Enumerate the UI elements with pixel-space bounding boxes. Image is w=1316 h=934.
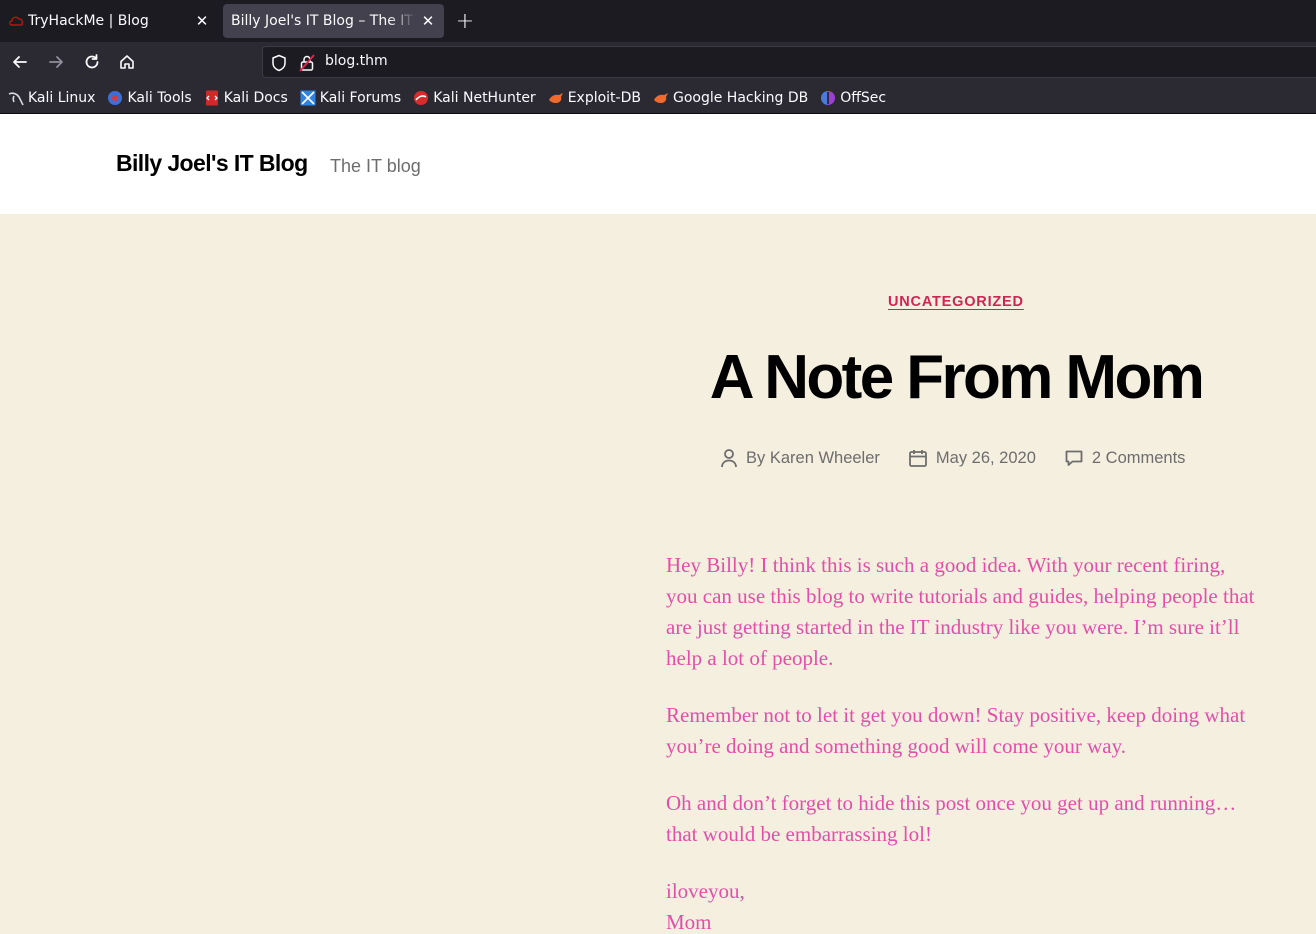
bookmark-kali-docs[interactable]: Kali Docs [204,90,288,106]
post-date: May 26, 2020 [908,448,1036,468]
bookmark-offsec[interactable]: OffSec [820,90,886,106]
author-link[interactable]: By Karen Wheeler [746,449,880,468]
post-signoff: iloveyou, Mom [666,876,1256,934]
post-body: Hey Billy! I think this is such a good i… [666,550,1256,934]
navigation-toolbar: blog.thm [0,42,1316,82]
comment-icon [1065,450,1083,466]
calendar-icon [909,450,927,467]
bookmark-label: Kali Linux [28,89,96,106]
person-icon [721,449,737,468]
bookmark-kali-forums[interactable]: Kali Forums [300,90,401,106]
bookmark-label: Kali NetHunter [433,89,536,106]
google-hacking-db-icon [653,90,669,106]
kali-nethunter-icon [413,90,429,106]
insecure-lock-icon[interactable] [299,54,315,76]
reload-icon[interactable] [80,50,104,74]
post-comments: 2 Comments [1064,448,1186,468]
tab-strip: TryHackMe | Blog ✕ Billy Joel's IT Blog … [0,0,1316,42]
kali-linux-icon [8,90,24,106]
comments-link[interactable]: 2 Comments [1092,449,1186,468]
bookmark-kali-tools[interactable]: Kali Tools [107,89,192,106]
signoff-line: Mom [666,910,712,934]
date-link[interactable]: May 26, 2020 [936,449,1036,468]
signoff-line: iloveyou, [666,879,745,903]
bookmark-label: Kali Docs [223,89,288,106]
post-title: A Note From Mom [709,343,1205,412]
post-paragraph: Oh and don’t forget to hide this post on… [666,791,1237,846]
exploit-db-icon [548,90,564,106]
site-title[interactable]: Billy Joel's IT Blog [116,150,308,177]
bookmark-label: Kali Forums [319,89,402,106]
bookmarks-toolbar: Kali Linux Kali Tools Kali Docs Kali For… [0,82,1316,114]
bookmark-kali-nethunter[interactable]: Kali NetHunter [413,89,536,106]
forward-arrow-icon[interactable] [44,50,68,74]
bookmark-label: Kali Tools [127,89,192,106]
kali-docs-icon [204,90,220,106]
tab-title: TryHackMe | Blog [28,13,149,29]
kali-forums-icon [300,90,316,106]
tryhackme-icon [8,13,24,29]
tab-blog[interactable]: Billy Joel's IT Blog – The IT blog ✕ [223,4,444,38]
shield-icon[interactable] [271,54,287,76]
bookmark-label: OffSec [840,89,887,106]
new-tab-button[interactable]: + [452,8,478,34]
bookmark-label: Google Hacking DB [672,89,809,106]
site-description: The IT blog [330,156,421,176]
close-icon[interactable]: ✕ [194,12,210,30]
site-header: Billy Joel's IT Blog The IT blog [0,114,1316,214]
offsec-icon [820,90,836,106]
home-icon[interactable] [115,50,139,74]
category-link[interactable]: UNCATEGORIZED [888,294,1024,310]
url-text: blog.thm [325,53,388,69]
post-paragraph: Hey Billy! I think this is such a good i… [666,553,1255,670]
tab-tryhackme[interactable]: TryHackMe | Blog ✕ [0,4,218,38]
post-paragraph: Remember not to let it get you down! Sta… [666,703,1246,758]
post-content-area: UNCATEGORIZED A Note From Mom By Karen W… [0,214,1316,934]
post-author: By Karen Wheeler [720,448,880,468]
kali-tools-icon [107,90,123,106]
bookmark-kali-linux[interactable]: Kali Linux [8,90,95,106]
close-icon[interactable]: ✕ [420,12,436,30]
bookmark-label: Exploit-DB [567,89,641,106]
address-bar[interactable]: blog.thm [262,46,1316,78]
post-meta: By Karen Wheeler May 26, 2020 2 Comments [720,448,1213,468]
bookmark-exploit-db[interactable]: Exploit-DB [548,90,641,106]
back-arrow-icon[interactable] [8,50,32,74]
bookmark-google-hacking-db[interactable]: Google Hacking DB [653,90,808,106]
tab-title: Billy Joel's IT Blog – The IT blog [231,13,416,29]
